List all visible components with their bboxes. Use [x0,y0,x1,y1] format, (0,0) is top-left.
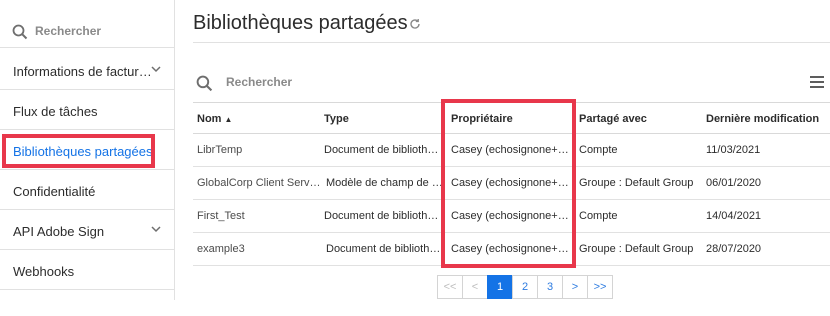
cell-name[interactable]: LibrTemp [197,144,319,156]
pagination-page-3[interactable]: 3 [537,275,563,299]
table-row[interactable]: LibrTemp Document de bibliothè… Casey (e… [193,134,830,167]
sidebar-item-label: Flux de tâches [13,104,98,119]
cell-type: Modèle de champ de f… [326,177,444,189]
title-divider [193,42,830,43]
pagination-page-1[interactable]: 1 [487,275,513,299]
cell-modified: 06/01/2020 [706,177,762,189]
cell-type: Document de bibliothè… [324,144,442,156]
table-row[interactable]: First_Test Document de bibliothè… Casey … [193,200,830,233]
cell-name[interactable]: GlobalCorp Client Servi… [197,177,321,189]
cell-type: Document de bibliothè… [324,210,442,222]
hamburger-menu-icon[interactable] [809,75,825,94]
cell-owner: Casey (echosignone+ne… [451,177,571,189]
sidebar-item-privacy[interactable]: Confidentialité [0,171,174,210]
sidebar-search-placeholder: Rechercher [35,24,102,38]
cell-name[interactable]: First_Test [197,210,319,222]
cell-modified: 11/03/2021 [706,144,761,156]
cell-owner: Casey (echosignone+ne… [451,210,571,222]
table-row[interactable]: example3 Document de bibliothè… Casey (e… [193,233,830,266]
chevron-down-icon[interactable] [150,63,162,78]
table-header: Nom ▲ Type Propriétaire Partagé avec Der… [193,102,830,134]
column-header-owner[interactable]: Propriétaire [451,113,513,125]
column-header-shared-with[interactable]: Partagé avec [579,113,647,125]
cell-type: Document de bibliothè… [326,243,444,255]
sidebar-item-billing[interactable]: Informations de factur… [0,51,174,90]
column-header-name[interactable]: Nom ▲ [197,113,232,125]
chevron-down-icon[interactable] [150,223,162,238]
sidebar-search[interactable]: Rechercher [0,0,174,48]
column-header-last-modified[interactable]: Dernière modification [706,113,819,125]
sidebar-item-label: Informations de factur… [13,64,152,79]
pagination-last-button[interactable]: >> [587,275,613,299]
cell-modified: 28/07/2020 [706,243,762,255]
column-header-type[interactable]: Type [324,113,349,125]
library-search-input[interactable]: Rechercher [226,75,292,89]
pagination-first-button[interactable]: << [437,275,463,299]
search-icon [12,24,28,45]
cell-shared-with: Compte [579,144,618,156]
pagination-page-2[interactable]: 2 [512,275,538,299]
sidebar-item-workflows[interactable]: Flux de tâches [0,91,174,130]
sidebar-item-webhooks[interactable]: Webhooks [0,251,174,290]
page-title: Bibliothèques partagées [193,12,408,34]
cell-shared-with: Compte [579,210,618,222]
cell-shared-with: Groupe : Default Group [579,243,694,255]
pagination-next-button[interactable]: > [562,275,588,299]
cell-owner: Casey (echosignone+ne… [451,243,571,255]
sidebar-item-label: Bibliothèques partagées [13,144,153,159]
sidebar-item-label: Confidentialité [13,184,96,199]
search-icon[interactable] [196,75,213,97]
table-row[interactable]: GlobalCorp Client Servi… Modèle de champ… [193,167,830,200]
sort-ascending-icon: ▲ [224,115,233,124]
cell-shared-with: Groupe : Default Group [579,177,694,189]
sidebar-item-api[interactable]: API Adobe Sign [0,211,174,250]
sidebar-item-shared-libraries[interactable]: Bibliothèques partagées [0,131,174,170]
pagination: << < 1 2 3 > >> [437,275,613,299]
cell-name[interactable]: example3 [197,243,319,255]
sidebar-item-label: Webhooks [13,264,75,279]
cell-modified: 14/04/2021 [706,210,762,222]
sidebar: Rechercher Informations de factur… Flux … [0,0,175,300]
refresh-icon[interactable] [409,17,421,35]
sidebar-item-label: API Adobe Sign [13,224,105,239]
pagination-prev-button[interactable]: < [462,275,488,299]
cell-owner: Casey (echosignone+ne… [451,144,571,156]
